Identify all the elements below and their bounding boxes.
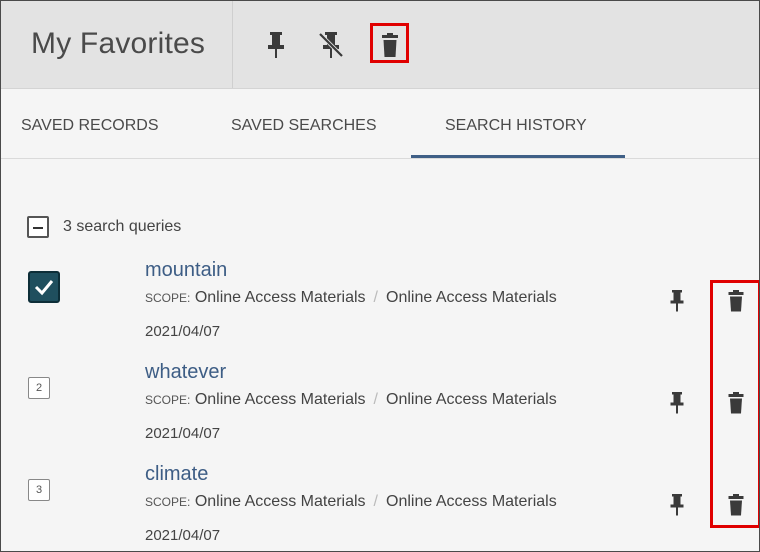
pin-query-button[interactable] (666, 287, 688, 315)
scope-separator: / (373, 289, 378, 306)
header-divider (232, 1, 233, 88)
query-count: 3 search queries (63, 218, 182, 235)
scope-label: SCOPE: (145, 291, 191, 305)
scope-value-2: Online Access Materials (386, 391, 557, 408)
list-item: 2 whatever SCOPE: Online Access Material… (1, 361, 759, 461)
query-date: 2021/04/07 (145, 425, 221, 442)
scope-separator: / (373, 391, 378, 408)
scope-label: SCOPE: (145, 495, 191, 509)
query-date: 2021/04/07 (145, 323, 221, 340)
query-scope: SCOPE: Online Access Materials / Online Ac… (145, 289, 557, 307)
header-trash-highlight (370, 23, 409, 63)
query-link[interactable]: mountain (145, 259, 227, 282)
tab-search-history[interactable]: SEARCH HISTORY (445, 89, 587, 158)
pin-icon (670, 290, 684, 312)
row-delete-highlight (710, 280, 759, 528)
favorites-panel: My Favorites SAVED RECORDS SAVED SEARCHE… (0, 0, 760, 552)
page-title: My Favorites (31, 27, 206, 60)
pin-query-button[interactable] (666, 389, 688, 417)
pin-icon (670, 392, 684, 414)
query-scope: SCOPE: Online Access Materials / Online Ac… (145, 493, 557, 511)
check-icon (34, 280, 54, 296)
pin-query-button[interactable] (666, 491, 688, 519)
scope-value-2: Online Access Materials (386, 493, 557, 510)
unpin-icon[interactable] (317, 29, 345, 61)
active-tab-indicator (411, 155, 625, 158)
query-link[interactable]: whatever (145, 361, 226, 384)
query-link[interactable]: climate (145, 463, 208, 486)
favorites-tabs: SAVED RECORDS SAVED SEARCHES SEARCH HIST… (1, 89, 759, 159)
scope-value-2: Online Access Materials (386, 289, 557, 306)
scope-value-1: Online Access Materials (194, 289, 366, 306)
tab-saved-records[interactable]: SAVED RECORDS (21, 89, 159, 158)
pin-icon (670, 494, 684, 516)
query-scope: SCOPE: Online Access Materials / Online Ac… (145, 391, 557, 409)
favorites-header: My Favorites (1, 1, 759, 89)
row-checkbox-checked[interactable] (28, 271, 60, 303)
query-date: 2021/04/07 (145, 527, 221, 544)
select-all-checkbox[interactable] (27, 216, 49, 238)
scope-label: SCOPE: (145, 393, 191, 407)
row-number-checkbox[interactable]: 3 (28, 479, 50, 501)
tab-saved-searches[interactable]: SAVED SEARCHES (231, 89, 377, 158)
row-number-checkbox[interactable]: 2 (28, 377, 50, 399)
scope-value-1: Online Access Materials (194, 493, 366, 510)
list-item: mountain SCOPE: Online Access Materials /… (1, 259, 759, 359)
scope-value-1: Online Access Materials (194, 391, 366, 408)
pin-icon[interactable] (262, 29, 290, 61)
list-header: 3 search queries (27, 213, 181, 241)
list-item: 3 climate SCOPE: Online Access Materials… (1, 463, 759, 551)
scope-separator: / (373, 493, 378, 510)
